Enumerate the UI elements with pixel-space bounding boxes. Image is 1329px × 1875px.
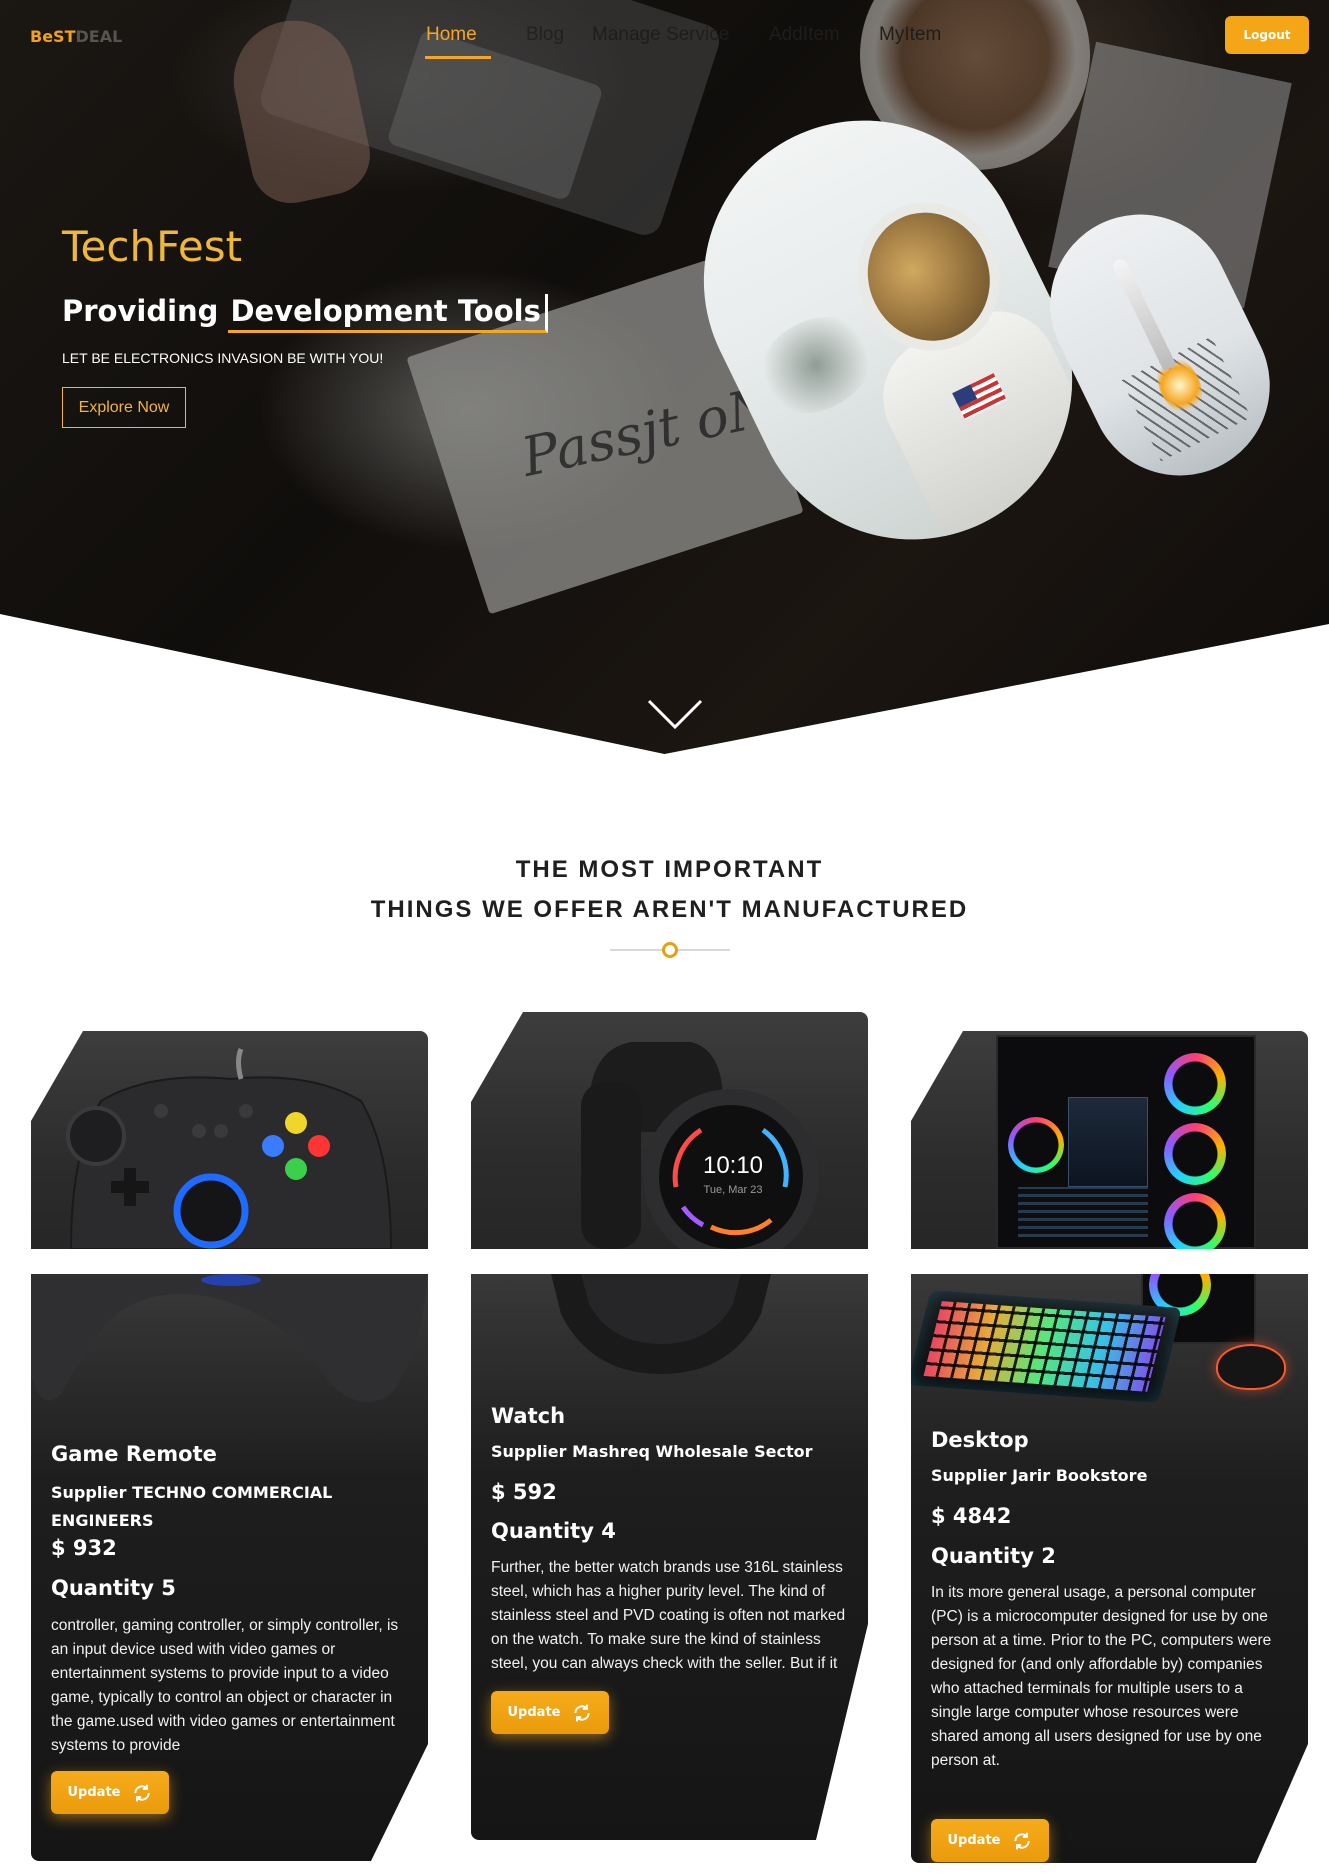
product-quantity: Quantity 5 [51, 1576, 176, 1600]
product-quantity: Quantity 4 [491, 1519, 616, 1543]
nav-link-home[interactable]: Home [426, 24, 477, 46]
logout-button[interactable]: Logout [1225, 16, 1309, 54]
smartwatch-icon [581, 1042, 819, 1249]
page: Passjt oN BeSTDEAL Home Blog Manage Serv… [0, 0, 1329, 1875]
watch-time: 10:10 [702, 1152, 764, 1179]
update-button[interactable]: Update [491, 1691, 609, 1734]
product-price: $ 932 [51, 1536, 117, 1560]
product-image-top [31, 1031, 428, 1249]
refresh-icon [574, 1704, 591, 1721]
nav-link-add-item[interactable]: AddItem [769, 24, 840, 46]
update-button-label: Update [67, 1785, 121, 1800]
product-quantity: Quantity 2 [931, 1544, 1056, 1568]
product-supplier: Supplier Jarir Bookstore [931, 1466, 1148, 1485]
update-button-label: Update [507, 1705, 561, 1720]
heading-divider [610, 941, 730, 959]
hero-title: TechFest [62, 222, 243, 271]
product-description: Further, the better watch brands use 316… [491, 1559, 846, 1672]
refresh-icon [134, 1784, 151, 1801]
update-button[interactable]: Update [51, 1771, 169, 1814]
brand-logo[interactable]: BeSTDEAL [30, 27, 122, 46]
desktop-pc-icon [996, 1035, 1256, 1249]
gpu [1018, 1187, 1148, 1237]
product-image-top [911, 1031, 1308, 1249]
product-supplier: Supplier Mashreq Wholesale Sector [491, 1442, 813, 1461]
section-heading-line2: THINGS WE OFFER AREN'T MANUFACTURED [370, 896, 969, 923]
nav-link-blog[interactable]: Blog [526, 24, 564, 46]
update-button[interactable]: Update [931, 1819, 1049, 1862]
product-price: $ 4842 [931, 1504, 1012, 1528]
gamepad-image-bottom [31, 1274, 428, 1402]
product-card: Desktop Supplier Jarir Bookstore $ 4842 … [911, 1031, 1308, 1863]
hero-section: Passjt oN BeSTDEAL Home Blog Manage Serv… [0, 0, 1329, 754]
keyboard-icon [911, 1290, 1182, 1403]
brand-name-faded: DEAL [75, 27, 123, 46]
mouse-icon [1216, 1344, 1286, 1390]
hero-subtitle: Providing Development Tools [62, 294, 548, 333]
product-name: Desktop [931, 1428, 1029, 1452]
watch-image-bottom [551, 1274, 771, 1374]
product-price: $ 592 [491, 1480, 557, 1504]
hero-typed-text: Development Tools [228, 294, 548, 333]
top-navbar: BeSTDEAL Home Blog Manage Service AddIte… [0, 0, 1329, 70]
refresh-icon [1014, 1832, 1031, 1849]
gamepad-icon [66, 1048, 393, 1249]
hero-subtitle-prefix: Providing [62, 294, 219, 328]
rocket-icon [1111, 256, 1177, 371]
product-name: Game Remote [51, 1442, 217, 1466]
product-card-body: Game Remote Supplier TECHNO COMMERCIAL E… [31, 1274, 428, 1861]
product-name: Watch [491, 1404, 566, 1428]
product-card: 10:10 Tue, Mar 23 Watch Supplier Mashreq… [471, 1012, 868, 1840]
nav-link-manage-service[interactable]: Manage Service [592, 24, 729, 46]
nav-link-my-item[interactable]: MyItem [879, 24, 941, 46]
watch-date: Tue, Mar 23 [703, 1184, 763, 1196]
product-image-top: 10:10 Tue, Mar 23 [471, 1012, 868, 1249]
divider-dot-icon [662, 942, 678, 958]
product-supplier: Supplier TECHNO COMMERCIAL ENGINEERS [51, 1483, 333, 1530]
active-nav-indicator [425, 56, 491, 59]
explore-now-button[interactable]: Explore Now [62, 387, 186, 428]
product-card-body: Desktop Supplier Jarir Bookstore $ 4842 … [911, 1274, 1308, 1863]
motherboard [1068, 1097, 1148, 1187]
product-description: In its more general usage, a personal co… [931, 1584, 1272, 1769]
hero-tagline: LET BE ELECTRONICS INVASION BE WITH YOU! [62, 350, 384, 366]
section-heading-line1: THE MOST IMPORTANT [515, 856, 824, 883]
product-card: Game Remote Supplier TECHNO COMMERCIAL E… [31, 1031, 428, 1861]
scroll-down-chevron-icon[interactable] [645, 697, 705, 731]
brand-name: BeST [30, 27, 76, 46]
product-description: controller, gaming controller, or simply… [51, 1617, 399, 1754]
section-heading: THE MOST IMPORTANT THINGS WE OFFER AREN'… [0, 850, 1329, 930]
update-button-label: Update [947, 1833, 1001, 1848]
product-card-body: Watch Supplier Mashreq Wholesale Sector … [471, 1274, 868, 1840]
